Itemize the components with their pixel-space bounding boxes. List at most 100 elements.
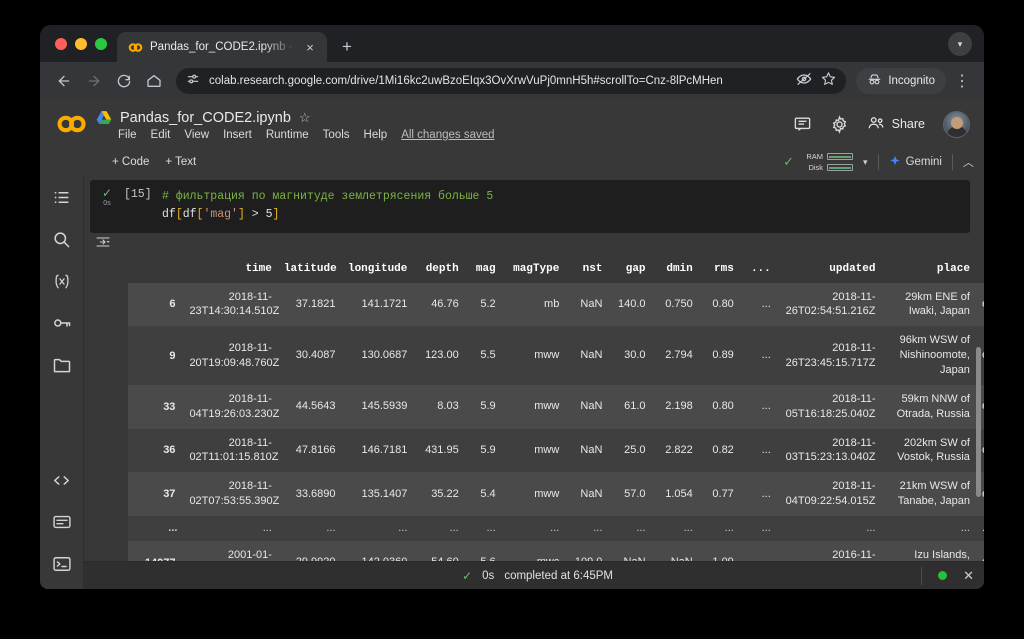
cell-dmin: 2.794 [652, 326, 699, 385]
cell-nst: NaN [565, 385, 608, 429]
code-lines[interactable]: # фильтрация по магнитуде землетрясения … [162, 188, 493, 224]
window-controls[interactable] [51, 25, 117, 62]
maximize-window-button[interactable] [95, 38, 107, 50]
bookmark-star-icon[interactable] [821, 71, 836, 91]
runtime-chevron-down-icon[interactable]: ▾ [863, 157, 868, 168]
page-title[interactable]: Pandas_for_CODE2.ipynb [120, 110, 291, 126]
cell-longitude: 130.0687 [342, 326, 414, 385]
command-palette-icon[interactable] [45, 505, 79, 539]
cell-magtype: ... [502, 516, 566, 541]
code-snippets-icon[interactable] [45, 463, 79, 497]
cell-rms: ... [699, 516, 740, 541]
settings-gear-icon[interactable] [830, 115, 849, 134]
code-token-bracket1: [ [176, 208, 183, 221]
notebook-content: ✓ 0s [15] # фильтрация по магнитуде земл… [84, 176, 984, 589]
star-icon[interactable]: ☆ [299, 110, 311, 126]
cell-gap: 30.0 [608, 326, 651, 385]
address-bar[interactable]: colab.research.google.com/drive/1Mi16kc2… [176, 68, 846, 94]
column-header-longitude: longitude [342, 257, 414, 283]
cell-magtype: mww [502, 472, 566, 516]
tracking-protection-icon[interactable] [796, 71, 812, 92]
collapse-toolbar-icon[interactable]: ︿ [963, 154, 974, 170]
run-cell-button[interactable]: ✓ 0s [90, 180, 124, 233]
cell-gap: ... [608, 516, 651, 541]
column-header-nst: nst [565, 257, 608, 283]
code-token-bracket3: ] [238, 208, 245, 221]
table-of-contents-icon[interactable] [45, 180, 79, 214]
status-message: completed at 6:45PM [504, 570, 613, 582]
save-status-label[interactable]: All changes saved [401, 129, 494, 141]
cell-nst: NaN [565, 472, 608, 516]
dataframe-header-row: time latitude longitude depth mag magTyp… [128, 257, 984, 283]
row-index: 14077 [128, 541, 183, 561]
menu-view[interactable]: View [184, 129, 209, 141]
code-cell[interactable]: ✓ 0s [15] # фильтрация по магнитуде земл… [90, 180, 970, 233]
menu-insert[interactable]: Insert [223, 129, 252, 141]
disk-label: Disk [804, 163, 823, 172]
row-index: 36 [128, 429, 183, 473]
comment-icon[interactable] [793, 115, 812, 134]
browser-menu-button[interactable]: ⋮ [950, 67, 974, 95]
home-button[interactable] [140, 67, 168, 95]
incognito-icon [867, 72, 882, 90]
gemini-button[interactable]: Gemini [889, 155, 942, 170]
column-header-index [128, 257, 183, 283]
cell-updated: 2016-11-09T21:43:56.206Z [777, 541, 882, 561]
add-text-cell-button[interactable]: + Text [165, 156, 196, 168]
share-button[interactable]: Share [867, 114, 925, 135]
menu-file[interactable]: File [118, 129, 137, 141]
colab-logo-icon[interactable] [50, 114, 94, 134]
row-index: 9 [128, 326, 183, 385]
dataframe-tools-icon[interactable] [94, 234, 112, 255]
output-toolbar [84, 233, 984, 257]
files-folder-icon[interactable] [45, 348, 79, 382]
browser-window: Pandas_for_CODE2.ipynb - C × + ▾ [40, 25, 984, 589]
cell-time: 2018-11-04T19:26:03.230Z [183, 385, 277, 429]
add-code-cell-button[interactable]: + Code [112, 156, 149, 168]
close-tab-icon[interactable]: × [302, 39, 318, 55]
code-editor-area[interactable]: [15] # фильтрация по магнитуде землетряс… [124, 180, 970, 233]
column-header-magtype: magType [502, 257, 566, 283]
gemini-sparkle-icon [889, 155, 901, 170]
dataframe-output[interactable]: time latitude longitude depth mag magTyp… [84, 257, 984, 561]
reload-button[interactable] [110, 67, 138, 95]
resource-meter[interactable]: RAM Disk [804, 152, 853, 172]
tab-search-chevron-icon[interactable]: ▾ [948, 32, 972, 56]
cell-dmin: 0.750 [652, 283, 699, 327]
code-token-df: df [162, 208, 176, 221]
terminal-icon[interactable] [45, 547, 79, 581]
cell-gap: 25.0 [608, 429, 651, 473]
site-settings-icon[interactable] [186, 72, 200, 91]
close-output-icon[interactable]: ✕ [963, 568, 974, 584]
output-vertical-scrollbar[interactable] [976, 347, 981, 497]
cell-nst: NaN [565, 429, 608, 473]
cell-dmin: ... [652, 516, 699, 541]
minimize-window-button[interactable] [75, 38, 87, 50]
row-index: 37 [128, 472, 183, 516]
cell-place: ... [881, 516, 975, 541]
new-tab-button[interactable]: + [333, 32, 361, 60]
menu-edit[interactable]: Edit [151, 129, 171, 141]
back-button[interactable] [50, 67, 78, 95]
menu-help[interactable]: Help [364, 129, 388, 141]
cell-magtype: mww [502, 326, 566, 385]
incognito-indicator[interactable]: Incognito [856, 68, 946, 94]
browser-tab[interactable]: Pandas_for_CODE2.ipynb - C × [117, 32, 327, 62]
disk-bar [827, 164, 853, 171]
search-icon[interactable] [45, 222, 79, 256]
cell-ellipsis: ... [740, 283, 777, 327]
menu-runtime[interactable]: Runtime [266, 129, 309, 141]
status-right-group: ✕ [921, 567, 974, 585]
secrets-key-icon[interactable] [45, 306, 79, 340]
dataframe-scroll-area[interactable]: time latitude longitude depth mag magTyp… [128, 257, 984, 561]
notebook-action-bar: + Code + Text ✓ RAM Disk [40, 148, 984, 176]
variables-icon[interactable] [45, 264, 79, 298]
menu-tools[interactable]: Tools [323, 129, 350, 141]
close-window-button[interactable] [55, 38, 67, 50]
cell-rms: 0.89 [699, 326, 740, 385]
cell-magtype: mww [502, 385, 566, 429]
share-people-icon [867, 114, 885, 135]
cell-gap: 61.0 [608, 385, 651, 429]
avatar[interactable] [943, 111, 970, 138]
forward-button[interactable] [80, 67, 108, 95]
